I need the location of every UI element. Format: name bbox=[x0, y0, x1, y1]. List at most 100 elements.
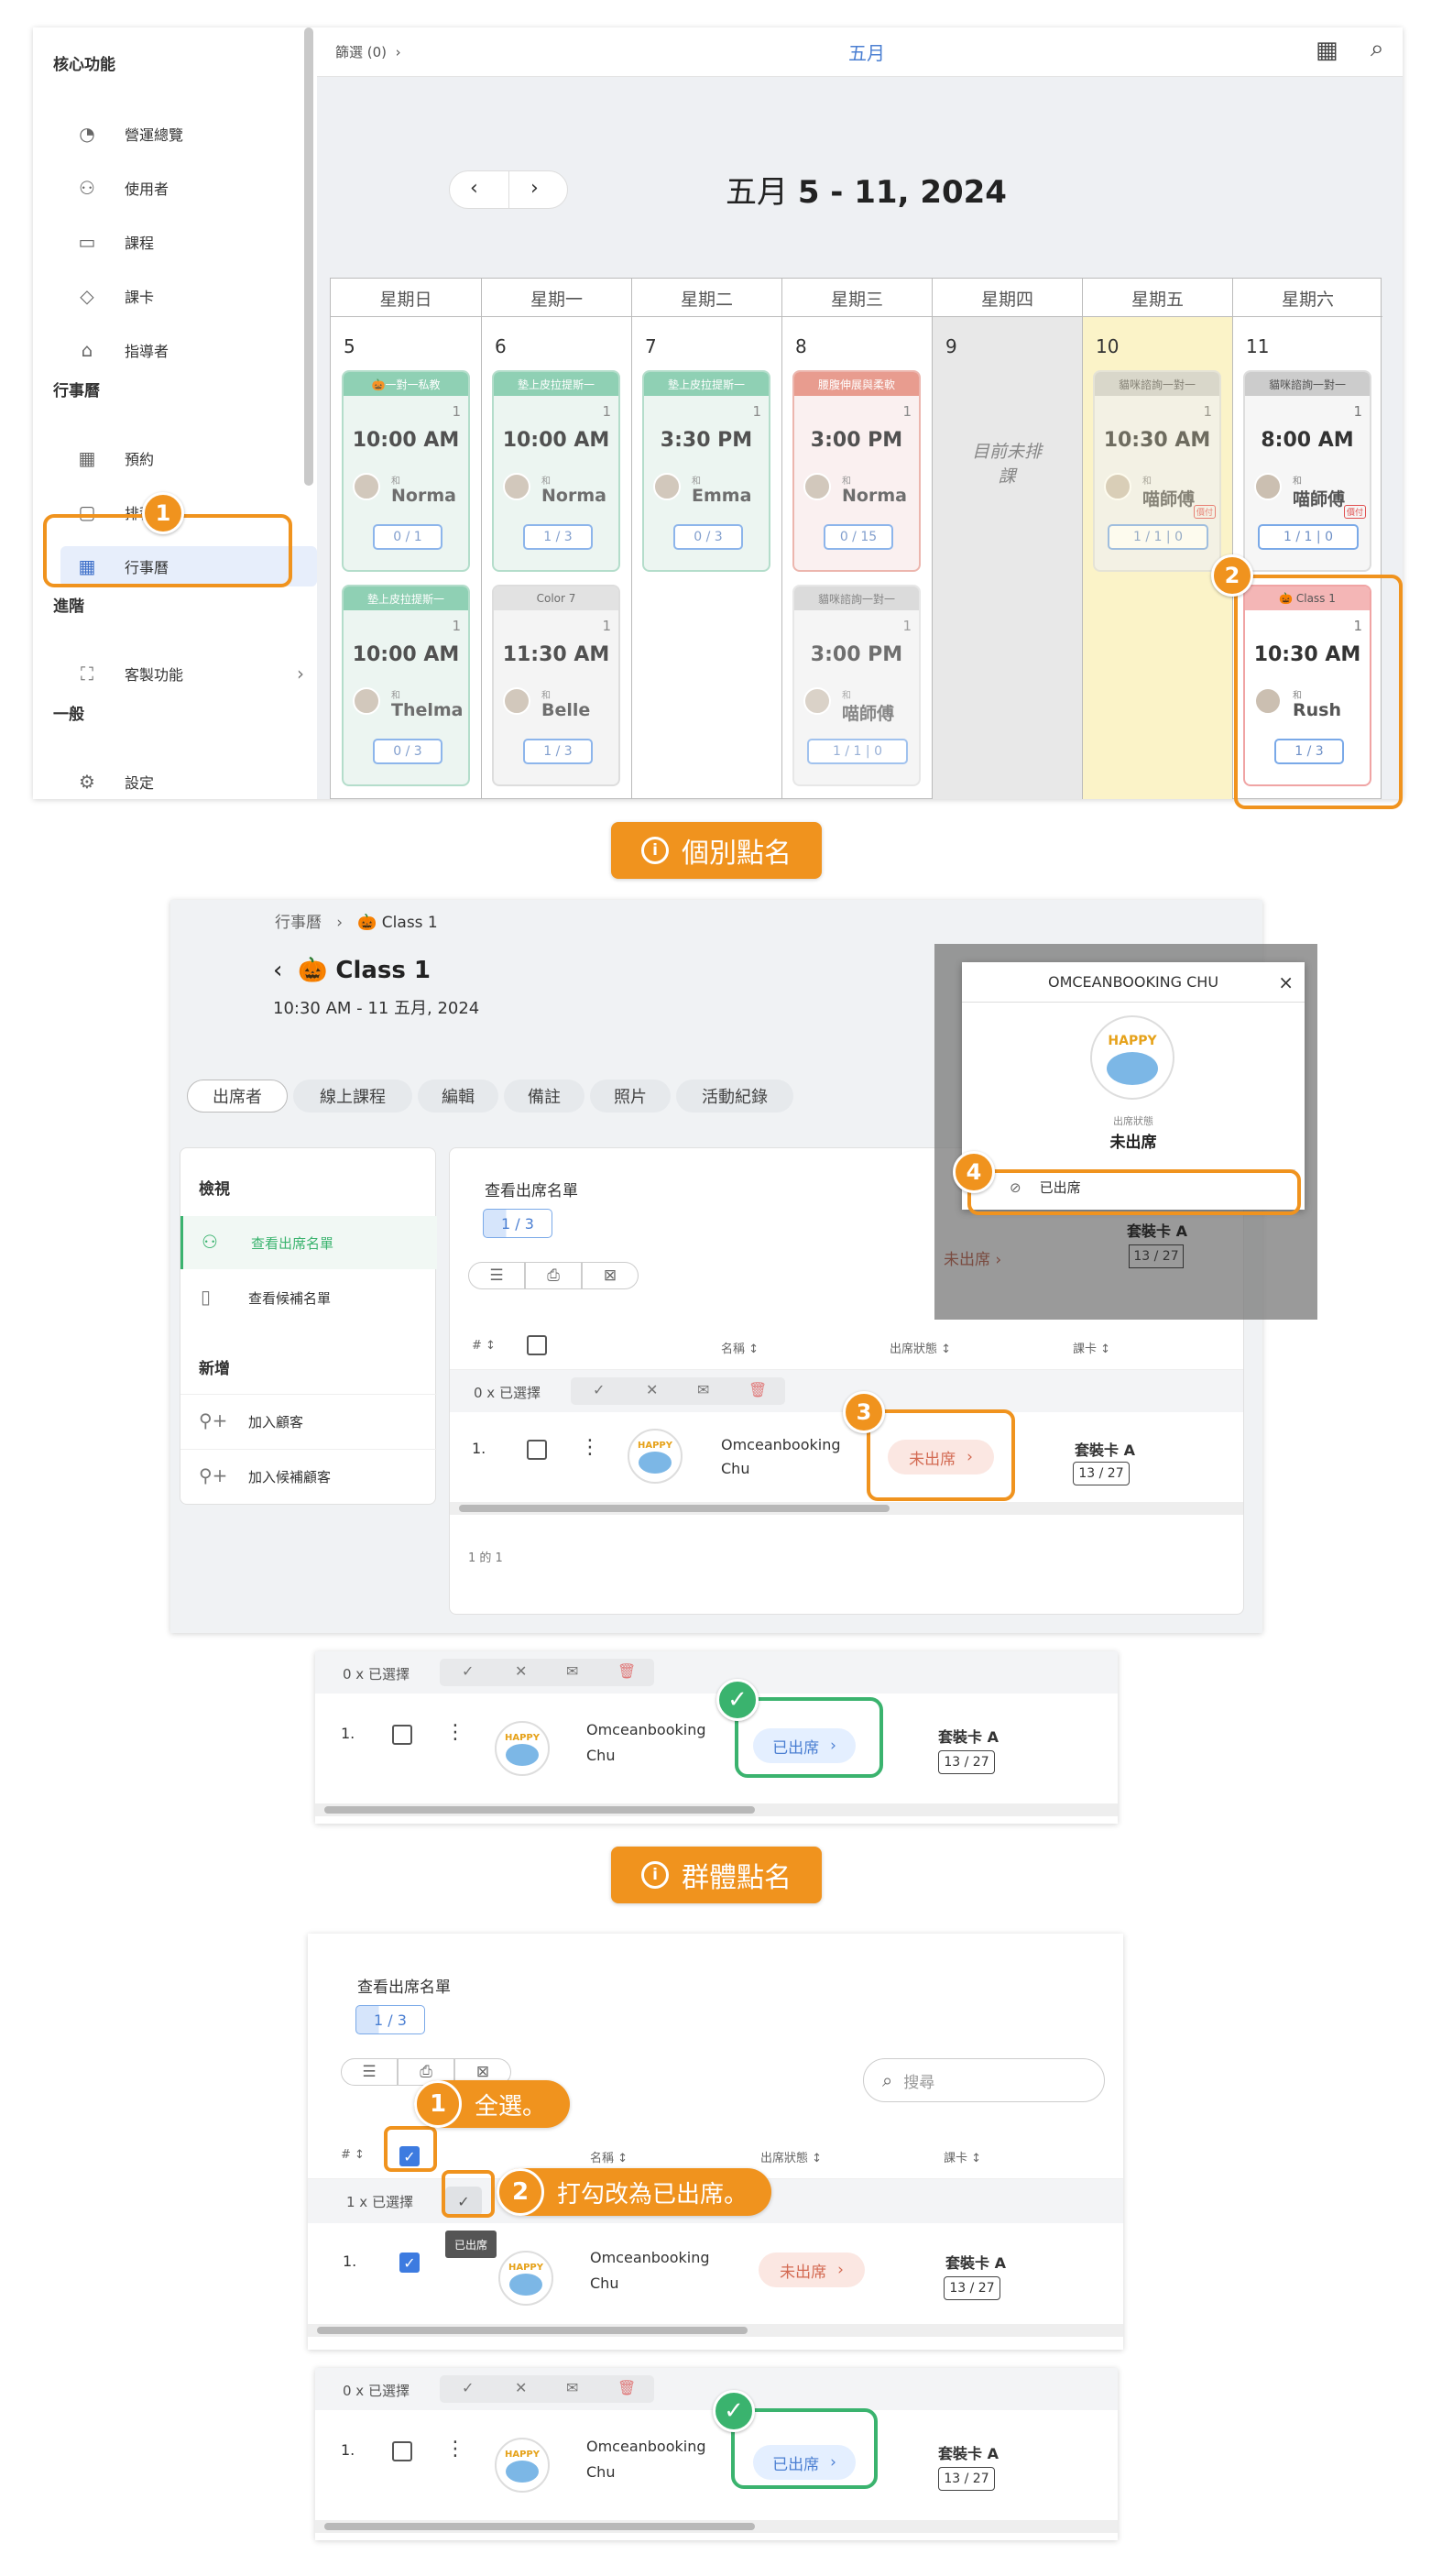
email-icon[interactable]: ✉ bbox=[697, 1381, 709, 1398]
next-week-button[interactable]: › bbox=[530, 177, 539, 200]
sidebar-item-instructors[interactable]: ⌂ 指導者 bbox=[60, 330, 317, 370]
delete-icon[interactable]: 🗑 bbox=[617, 2379, 636, 2396]
email-icon[interactable]: ✉ bbox=[566, 2379, 578, 2396]
sidebar-item-custom[interactable]: ⛶ 客製功能 › bbox=[60, 653, 317, 694]
view-waitlist[interactable]: ▯ 查看候補名單 bbox=[180, 1271, 437, 1324]
calendar-event[interactable]: 🎃一對一私教 1 10:00 AM 和 Norma 0 / 1 bbox=[342, 370, 470, 572]
add-customer[interactable]: ⚲+ 加入顧客 bbox=[180, 1394, 437, 1447]
calendar-event[interactable]: 墊上皮拉提斯一 1 10:00 AM 和 Norma 1 / 3 bbox=[492, 370, 620, 572]
horizontal-scrollbar[interactable] bbox=[315, 2520, 1118, 2533]
col-name[interactable]: 名稱 ↕ bbox=[590, 2148, 628, 2165]
filter-settings-button[interactable]: ☰ bbox=[341, 2058, 398, 2086]
attendance-status-button[interactable]: 未出席 › bbox=[759, 2253, 865, 2287]
row-checkbox[interactable] bbox=[392, 1725, 412, 1745]
card-name: 套裝卡 A bbox=[1075, 1441, 1135, 1459]
banner-group-label: 群體點名 bbox=[682, 1862, 792, 1894]
row-index: 1. bbox=[341, 1725, 355, 1742]
sidebar-item-cards[interactable]: ◇ 課卡 bbox=[60, 276, 317, 316]
result-group-screenshot: 0 x 已選擇 ✓ ✕ ✉ 🗑 1. ⋮ HAPPY Omceanbooking… bbox=[315, 2368, 1118, 2540]
close-icon[interactable]: × bbox=[1278, 971, 1294, 993]
event-capacity: 0 / 1 bbox=[373, 524, 442, 550]
horizontal-scrollbar[interactable] bbox=[308, 2324, 1123, 2337]
tab-1[interactable]: 線上課程 bbox=[293, 1080, 412, 1113]
delete-icon[interactable]: 🗑 bbox=[748, 1381, 767, 1398]
col-card[interactable]: 課卡 ↕ bbox=[1073, 1339, 1110, 1356]
highlight-class-1 bbox=[1234, 575, 1403, 809]
select-all-checkbox[interactable] bbox=[527, 1335, 547, 1355]
col-index[interactable]: # ↕ bbox=[472, 1339, 496, 1353]
row-checkbox[interactable] bbox=[527, 1440, 547, 1460]
event-title: 墊上皮拉提斯一 bbox=[494, 372, 618, 396]
search-input[interactable]: ⌕ 搜尋 bbox=[863, 2058, 1105, 2102]
mark-present-icon[interactable]: ✓ bbox=[462, 1662, 474, 1680]
view-attendee-list[interactable]: ⚇ 查看出席名單 bbox=[180, 1216, 437, 1269]
mark-present-icon[interactable]: ✓ bbox=[593, 1381, 605, 1398]
tab-3[interactable]: 備註 bbox=[504, 1080, 584, 1113]
mark-present-icon[interactable]: ✓ bbox=[462, 2379, 474, 2396]
filter-settings-button[interactable]: ☰ bbox=[468, 1262, 525, 1289]
card-name: 套裝卡 A bbox=[938, 2445, 999, 2462]
breadcrumb-root[interactable]: 行事曆 bbox=[275, 914, 322, 932]
mark-absent-icon[interactable]: ✕ bbox=[515, 2379, 527, 2396]
mark-absent-icon[interactable]: ✕ bbox=[515, 1662, 527, 1680]
calendar-event[interactable]: 貓咪諮詢一對一 1 10:30 AM 和喵師傅 1 / 1 | 0 價付 bbox=[1093, 370, 1221, 572]
sliders-icon: ☰ bbox=[362, 2063, 377, 2081]
calendar-event[interactable]: 貓咪諮詢一對一 1 3:00 PM 和喵師傅 1 / 1 | 0 bbox=[792, 585, 921, 786]
sidebar-item-dashboard[interactable]: ◔ 營運總覽 bbox=[60, 114, 317, 154]
more-options-icon[interactable]: ⋮ bbox=[580, 1436, 600, 1459]
print-button[interactable]: ⎙ bbox=[525, 1262, 582, 1289]
sidebar-scrollbar[interactable] bbox=[304, 27, 313, 486]
back-icon[interactable]: ‹ bbox=[273, 957, 282, 984]
row-checkbox[interactable]: ✓ bbox=[399, 2253, 420, 2273]
mark-absent-icon[interactable]: ✕ bbox=[646, 1381, 658, 1398]
customer-name[interactable]: Omceanbooking bbox=[721, 1436, 841, 1453]
search-icon[interactable]: ⌕ bbox=[1371, 35, 1384, 63]
more-options-icon[interactable]: ⋮ bbox=[445, 2438, 465, 2461]
col-name[interactable]: 名稱 ↕ bbox=[721, 1339, 759, 1356]
sidebar-item-users[interactable]: ⚇ 使用者 bbox=[60, 168, 317, 208]
col-status[interactable]: 出席狀態 ↕ bbox=[760, 2148, 822, 2165]
customer-name[interactable]: Omceanbooking bbox=[586, 2438, 706, 2455]
prev-week-button[interactable]: ‹ bbox=[470, 177, 478, 200]
event-title: 腰腹伸展與柔軟 bbox=[794, 372, 919, 396]
email-icon[interactable]: ✉ bbox=[566, 1662, 578, 1680]
calendar-view-icon[interactable]: ▦ bbox=[1316, 37, 1338, 64]
day-column: 9 bbox=[932, 317, 1082, 799]
horizontal-scrollbar[interactable] bbox=[315, 1803, 1118, 1816]
sidebar-item-bookings[interactable]: ▦ 預約 bbox=[60, 438, 317, 478]
calendar-event[interactable]: Color 7 1 11:30 AM 和 Belle 1 / 3 bbox=[492, 585, 620, 786]
col-index[interactable]: # ↕ bbox=[341, 2148, 365, 2162]
event-count: 1 bbox=[452, 403, 461, 420]
calendar-event[interactable]: 墊上皮拉提斯一 1 10:00 AM 和 Thelma 0 / 3 bbox=[342, 585, 470, 786]
customer-name-line2[interactable]: Chu bbox=[721, 1460, 749, 1477]
row-checkbox[interactable] bbox=[392, 2441, 412, 2461]
customer-name-line2[interactable]: Chu bbox=[586, 2463, 615, 2481]
excel-icon: ⊠ bbox=[603, 1266, 617, 1285]
customer-name[interactable]: Omceanbooking bbox=[586, 1721, 706, 1738]
delete-icon[interactable]: 🗑 bbox=[617, 1662, 636, 1680]
search-placeholder: 搜尋 bbox=[903, 2073, 935, 2092]
col-card[interactable]: 課卡 ↕ bbox=[944, 2148, 981, 2165]
calendar-event[interactable]: 墊上皮拉提斯一 1 3:30 PM 和 Emma 0 / 3 bbox=[642, 370, 770, 572]
avatar: HAPPY bbox=[628, 1429, 683, 1484]
customer-name-line2[interactable]: Chu bbox=[586, 1747, 615, 1764]
more-options-icon[interactable]: ⋮ bbox=[445, 1721, 465, 1744]
instructor-name: 喵師傅 bbox=[1293, 489, 1346, 510]
filter-button[interactable]: 篩選 (0) › bbox=[335, 42, 401, 61]
calendar-event[interactable]: 貓咪諮詢一對一 1 8:00 AM 和喵師傅 1 / 1 | 0 價付 bbox=[1243, 370, 1371, 572]
sidebar-item-settings[interactable]: ⚙ 設定 bbox=[60, 762, 317, 799]
col-status[interactable]: 出席狀態 ↕ bbox=[890, 1339, 951, 1356]
tab-2[interactable]: 編輯 bbox=[418, 1080, 498, 1113]
customer-name[interactable]: Omceanbooking bbox=[590, 2249, 710, 2266]
card-count-badge: 13 / 27 bbox=[938, 2467, 995, 2491]
add-waitlist-customer[interactable]: ⚲+ 加入候補顧客 bbox=[180, 1449, 437, 1502]
sidebar-item-classes[interactable]: ▭ 課程 bbox=[60, 222, 317, 262]
export-excel-button[interactable]: ⊠ bbox=[582, 1262, 639, 1289]
tab-0[interactable]: 出席者 bbox=[187, 1080, 288, 1113]
calendar-event[interactable]: 腰腹伸展與柔軟 1 3:00 PM 和 Norma 0 / 15 bbox=[792, 370, 921, 572]
tab-4[interactable]: 照片 bbox=[590, 1080, 671, 1113]
horizontal-scrollbar[interactable] bbox=[450, 1502, 1243, 1515]
tab-5[interactable]: 活動紀錄 bbox=[676, 1080, 793, 1113]
filter-label: 篩選 (0) bbox=[335, 44, 388, 60]
customer-name-line2[interactable]: Chu bbox=[590, 2275, 618, 2292]
